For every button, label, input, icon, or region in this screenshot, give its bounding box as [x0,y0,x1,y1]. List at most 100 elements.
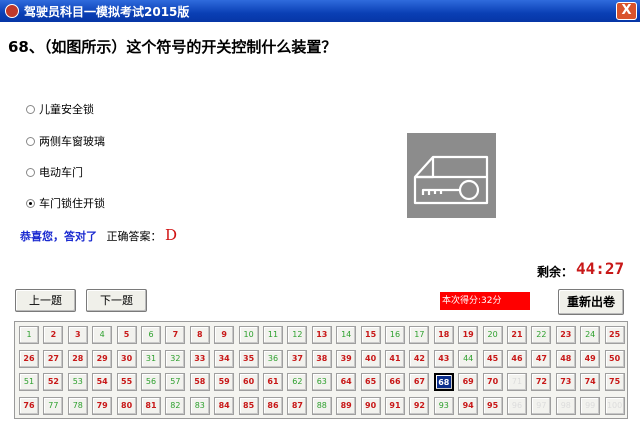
question-cell-39[interactable]: 39 [336,349,357,368]
question-cell-66[interactable]: 66 [385,373,405,391]
question-cell-20[interactable]: 20 [482,326,503,344]
radio-button[interactable] [26,136,35,146]
question-cell-59[interactable]: 59 [214,373,235,391]
question-cell-5[interactable]: 5 [116,326,137,344]
question-cell-72[interactable]: 72 [531,373,552,391]
question-cell-45[interactable]: 45 [482,349,503,368]
question-cell-73[interactable]: 73 [555,373,576,391]
question-cell-69[interactable]: 69 [458,373,479,391]
question-cell-1[interactable]: 1 [19,326,39,344]
question-cell-40[interactable]: 40 [360,349,381,368]
question-cell-53[interactable]: 53 [67,373,88,391]
question-cell-24[interactable]: 24 [580,326,601,344]
close-button[interactable]: X [616,2,637,20]
question-cell-31[interactable]: 31 [141,349,161,368]
option-a[interactable]: 儿童安全锁 [26,101,94,117]
question-cell-11[interactable]: 11 [263,326,283,344]
question-cell-94[interactable]: 94 [458,396,479,415]
question-cell-68[interactable]: 68 [433,373,454,391]
question-cell-98[interactable]: 98 [555,396,576,415]
question-cell-91[interactable]: 91 [385,396,405,415]
question-cell-61[interactable]: 61 [263,373,283,391]
question-cell-34[interactable]: 34 [214,349,235,368]
question-cell-83[interactable]: 83 [189,396,210,415]
option-d[interactable]: 车门锁住开锁 [26,195,105,211]
question-cell-27[interactable]: 27 [43,349,64,368]
question-cell-14[interactable]: 14 [336,326,357,344]
question-cell-58[interactable]: 58 [189,373,210,391]
question-cell-82[interactable]: 82 [165,396,186,415]
question-cell-85[interactable]: 85 [238,396,259,415]
option-c[interactable]: 电动车门 [26,164,83,180]
prev-button[interactable]: 上一题 [15,289,76,312]
question-cell-4[interactable]: 4 [92,326,113,344]
question-cell-21[interactable]: 21 [507,326,527,344]
question-cell-18[interactable]: 18 [433,326,454,344]
question-cell-42[interactable]: 42 [409,349,430,368]
next-button[interactable]: 下一题 [86,289,147,312]
question-cell-100[interactable]: 100 [604,396,625,415]
question-cell-80[interactable]: 80 [116,396,137,415]
question-cell-86[interactable]: 86 [263,396,283,415]
question-cell-64[interactable]: 64 [336,373,357,391]
question-cell-77[interactable]: 77 [43,396,64,415]
question-cell-79[interactable]: 79 [92,396,113,415]
question-cell-28[interactable]: 28 [67,349,88,368]
question-cell-30[interactable]: 30 [116,349,137,368]
question-cell-3[interactable]: 3 [67,326,88,344]
question-cell-32[interactable]: 32 [165,349,186,368]
question-cell-67[interactable]: 67 [409,373,430,391]
question-cell-25[interactable]: 25 [604,326,625,344]
question-cell-97[interactable]: 97 [531,396,552,415]
question-cell-23[interactable]: 23 [555,326,576,344]
question-cell-70[interactable]: 70 [482,373,503,391]
question-cell-96[interactable]: 96 [507,396,527,415]
question-cell-33[interactable]: 33 [189,349,210,368]
question-cell-52[interactable]: 52 [43,373,64,391]
question-cell-57[interactable]: 57 [165,373,186,391]
question-cell-22[interactable]: 22 [531,326,552,344]
question-cell-99[interactable]: 99 [580,396,601,415]
question-cell-89[interactable]: 89 [336,396,357,415]
question-cell-43[interactable]: 43 [433,349,454,368]
question-cell-12[interactable]: 12 [287,326,308,344]
question-cell-84[interactable]: 84 [214,396,235,415]
question-cell-2[interactable]: 2 [43,326,64,344]
question-cell-92[interactable]: 92 [409,396,430,415]
question-cell-51[interactable]: 51 [19,373,39,391]
question-cell-76[interactable]: 76 [19,396,39,415]
question-cell-16[interactable]: 16 [385,326,405,344]
question-cell-75[interactable]: 75 [604,373,625,391]
question-cell-56[interactable]: 56 [141,373,161,391]
question-cell-6[interactable]: 6 [141,326,161,344]
question-cell-50[interactable]: 50 [604,349,625,368]
question-cell-38[interactable]: 38 [311,349,332,368]
question-cell-74[interactable]: 74 [580,373,601,391]
question-cell-54[interactable]: 54 [92,373,113,391]
question-cell-55[interactable]: 55 [116,373,137,391]
question-cell-88[interactable]: 88 [311,396,332,415]
question-cell-93[interactable]: 93 [433,396,454,415]
question-cell-15[interactable]: 15 [360,326,381,344]
question-cell-71[interactable]: 71 [507,373,527,391]
question-cell-47[interactable]: 47 [531,349,552,368]
question-cell-7[interactable]: 7 [165,326,186,344]
question-cell-63[interactable]: 63 [311,373,332,391]
restart-button[interactable]: 重新出卷 [558,289,624,315]
question-cell-26[interactable]: 26 [19,349,39,368]
question-cell-35[interactable]: 35 [238,349,259,368]
radio-button[interactable] [26,167,35,177]
question-cell-81[interactable]: 81 [141,396,161,415]
option-b[interactable]: 两侧车窗玻璃 [26,133,105,149]
question-cell-49[interactable]: 49 [580,349,601,368]
question-cell-46[interactable]: 46 [507,349,527,368]
question-cell-8[interactable]: 8 [189,326,210,344]
question-cell-65[interactable]: 65 [360,373,381,391]
question-cell-29[interactable]: 29 [92,349,113,368]
question-cell-36[interactable]: 36 [263,349,283,368]
question-cell-13[interactable]: 13 [311,326,332,344]
question-cell-10[interactable]: 10 [238,326,259,344]
question-cell-78[interactable]: 78 [67,396,88,415]
question-cell-90[interactable]: 90 [360,396,381,415]
question-cell-9[interactable]: 9 [214,326,235,344]
